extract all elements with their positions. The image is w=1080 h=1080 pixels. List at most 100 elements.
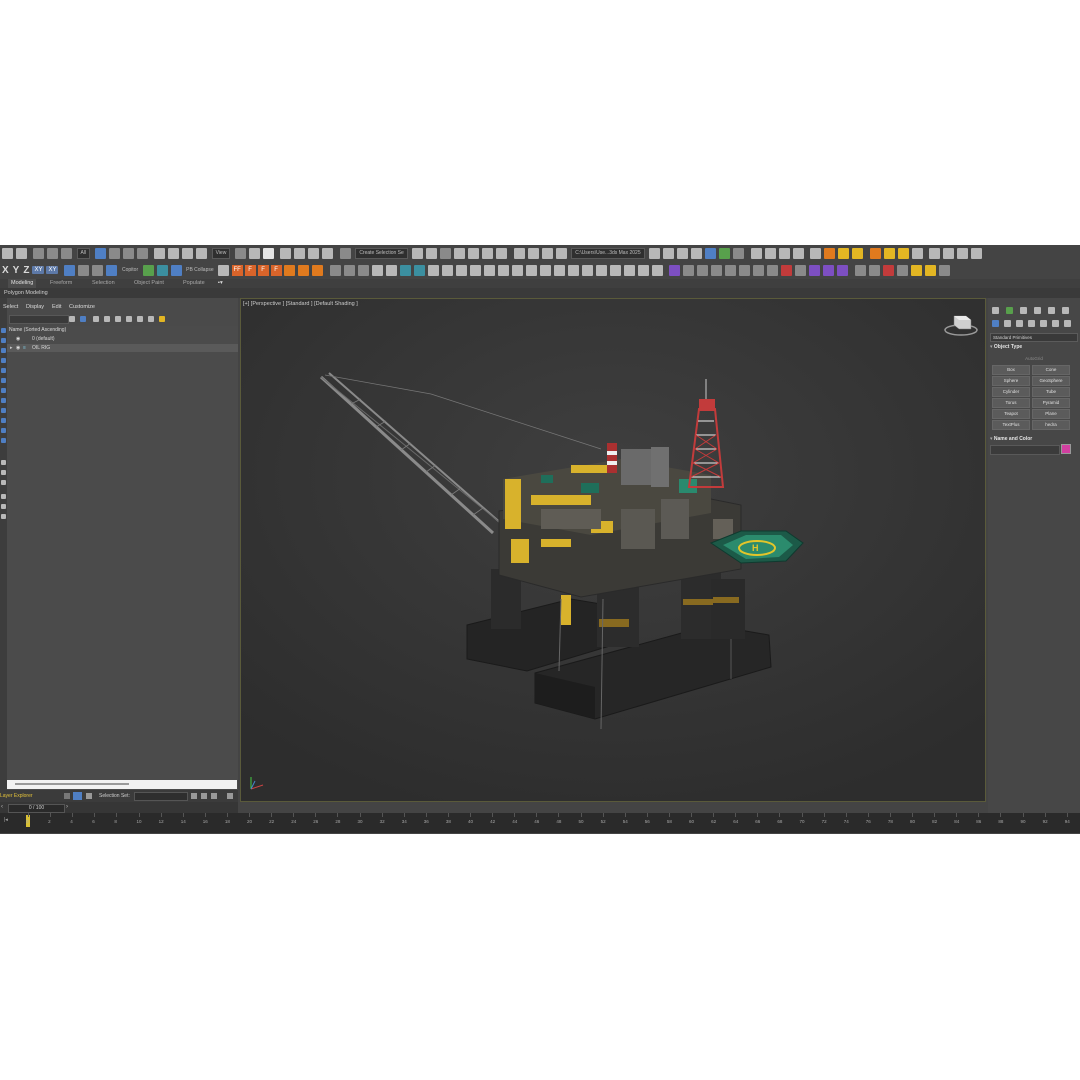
rectangular-selection-icon[interactable]	[122, 247, 134, 259]
f-button[interactable]: F	[244, 264, 256, 276]
dropdown-arrow-icon[interactable]	[64, 793, 70, 799]
tool-icon[interactable]	[567, 264, 579, 276]
tool-icon[interactable]	[413, 264, 425, 276]
tool-icon[interactable]	[938, 264, 950, 276]
plugin-icon[interactable]	[929, 247, 941, 259]
layer-icon[interactable]	[115, 316, 121, 322]
lock-icon[interactable]	[93, 316, 99, 322]
axis-xy-cycle-button[interactable]: XY	[46, 266, 59, 274]
tool-icon[interactable]	[170, 264, 182, 276]
material-editor-icon[interactable]	[513, 247, 525, 259]
filter-icon[interactable]	[1, 480, 6, 485]
tool-icon[interactable]	[142, 264, 154, 276]
perspective-viewport[interactable]: [+] [Perspective ] [Standard ] [Default …	[240, 298, 986, 802]
tool-icon[interactable]	[399, 264, 411, 276]
sun-icon[interactable]	[883, 247, 895, 259]
tool-icon[interactable]	[553, 264, 565, 276]
f-button[interactable]: F	[270, 264, 282, 276]
tool-icon[interactable]	[211, 793, 217, 799]
tool-icon[interactable]	[427, 264, 439, 276]
tool-icon[interactable]	[497, 264, 509, 276]
layer-explorer-label[interactable]: Layer Explorer	[0, 790, 33, 802]
category-dropdown[interactable]: Standard Primitives	[990, 333, 1078, 342]
name-and-color-rollout[interactable]: ▾ Name and Color	[990, 436, 1076, 442]
scale-icon[interactable]	[182, 247, 194, 259]
ribbon-options-icon[interactable]: ▪▾	[218, 279, 223, 288]
spacewarps-icon[interactable]	[1052, 320, 1059, 327]
select-manipulate-icon[interactable]	[248, 247, 260, 259]
align-icon[interactable]	[426, 247, 438, 259]
pivot-center-icon[interactable]	[234, 247, 246, 259]
snaps-toggle-icon[interactable]	[280, 247, 292, 259]
copitor-label[interactable]: Copitor	[122, 267, 138, 273]
plugin-icon[interactable]	[957, 247, 969, 259]
search-input[interactable]	[9, 315, 69, 324]
tool-icon[interactable]	[767, 264, 779, 276]
filter-icon[interactable]	[1, 398, 6, 403]
autogrid-checkbox[interactable]: AutoGrid	[988, 356, 1080, 361]
menu-edit[interactable]: Edit	[52, 302, 61, 313]
filter-icon[interactable]	[80, 316, 86, 322]
tool-icon[interactable]	[854, 264, 866, 276]
curve-editor-icon[interactable]	[482, 247, 494, 259]
motion-tab-icon[interactable]	[1034, 307, 1041, 314]
filter-icon[interactable]	[1, 460, 6, 465]
link-icon[interactable]	[33, 247, 44, 259]
plugin-icon[interactable]	[852, 247, 864, 259]
viewport-label[interactable]: [+] [Perspective ] [Standard ] [Default …	[243, 301, 358, 307]
tool-icon[interactable]	[483, 264, 495, 276]
hierarchy-tab-icon[interactable]	[1020, 307, 1027, 314]
lights-icon[interactable]	[1016, 320, 1023, 327]
percent-snap-icon[interactable]	[308, 247, 320, 259]
select-by-name-icon[interactable]	[108, 247, 120, 259]
tool-icon[interactable]	[312, 264, 324, 276]
timeline-expand-icon[interactable]: |◂	[4, 817, 8, 823]
timeline[interactable]: |◂ 0 2 4 6 8 10 12 14 16 18 20 22 24 26 28 30 32 34 36 38 40…	[0, 813, 1080, 833]
tool-icon[interactable]	[809, 264, 821, 276]
filter-icon[interactable]	[1, 428, 6, 433]
menu-select[interactable]: Select	[3, 302, 18, 313]
list-item[interactable]: ▸ ◉ ≡ OIL RIG	[7, 344, 238, 352]
named-selection-dropdown[interactable]: Create Selection Se	[355, 247, 408, 259]
bind-space-warp-icon[interactable]	[61, 247, 72, 259]
tool-icon[interactable]	[78, 264, 90, 276]
active-tool-icon[interactable]	[705, 247, 717, 259]
pb-collapse-label[interactable]: PB Collapse	[186, 267, 214, 273]
filter-icon[interactable]	[1, 328, 6, 333]
toggle-layer-explorer-icon[interactable]	[454, 247, 466, 259]
f-button[interactable]: F	[257, 264, 269, 276]
polygon-modeling-label[interactable]: Polygon Modeling	[4, 288, 48, 298]
hedra-button[interactable]: hedra	[1032, 420, 1070, 430]
filter-icon[interactable]	[1, 368, 6, 373]
select-object-icon[interactable]	[94, 247, 106, 259]
schematic-view-icon[interactable]	[496, 247, 508, 259]
filter-icon[interactable]	[1, 470, 6, 475]
tool-icon[interactable]	[711, 264, 723, 276]
tool-icon[interactable]	[92, 264, 104, 276]
tool-icon[interactable]	[823, 264, 835, 276]
tool-icon[interactable]	[691, 247, 703, 259]
rc-icon[interactable]	[64, 264, 76, 276]
edit-named-selection-icon[interactable]	[339, 247, 351, 259]
rendered-frame-window-icon[interactable]	[541, 247, 553, 259]
layer-icon[interactable]	[137, 316, 143, 322]
textplus-button[interactable]: TextPlus	[992, 420, 1030, 430]
filter-icon[interactable]	[1, 494, 6, 499]
layer-add-icon[interactable]	[159, 316, 165, 322]
column-header[interactable]: Name (Sorted Ascending)	[7, 326, 238, 334]
ff-button[interactable]: FF	[231, 264, 243, 276]
tool-icon[interactable]	[778, 247, 790, 259]
tool-icon[interactable]	[781, 264, 793, 276]
tool-icon[interactable]	[357, 264, 369, 276]
redo-icon[interactable]	[15, 247, 27, 259]
menu-display[interactable]: Display	[26, 302, 44, 313]
prev-frame-icon[interactable]: ‹	[1, 804, 3, 810]
tool-icon[interactable]	[739, 264, 751, 276]
tool-icon[interactable]	[106, 264, 118, 276]
list-item[interactable]: ◉ 0 (default)	[7, 335, 238, 343]
tab-freeform[interactable]: Freeform	[50, 279, 72, 288]
check-icon[interactable]	[719, 247, 731, 259]
close-icon[interactable]	[69, 316, 75, 322]
rotate-icon[interactable]	[168, 247, 180, 259]
tool-icon[interactable]	[455, 264, 467, 276]
